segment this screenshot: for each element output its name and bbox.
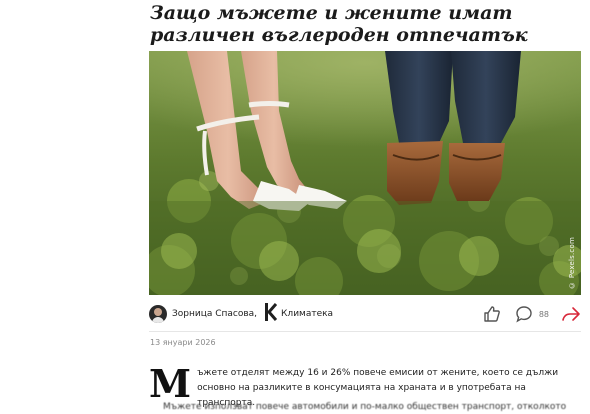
author-name[interactable]: Зорница Спасова,	[172, 309, 257, 319]
hero-image: © Pexels.com	[149, 51, 581, 295]
comment-count[interactable]: 88	[539, 310, 549, 319]
section-link[interactable]: Климатека	[281, 309, 333, 319]
meta-divider	[149, 331, 581, 332]
article-meta-row: Зорница Спасова, Климатека 88	[149, 300, 581, 328]
next-paragraph: Мъжете използват повече автомобили и по-…	[163, 402, 567, 412]
comment-bubble-icon[interactable]	[515, 305, 533, 323]
share-arrow-icon[interactable]	[561, 306, 581, 322]
photo-credit: © Pexels.com	[568, 237, 576, 289]
author-avatar[interactable]	[149, 305, 167, 323]
klimateka-logo-icon	[265, 303, 278, 325]
article-actions: 88	[483, 305, 581, 323]
publish-date: 13 януари 2026	[150, 338, 216, 347]
article-headline: Защо мъжете и жените имат различен въгле…	[150, 2, 528, 46]
dropcap-letter: М	[149, 361, 192, 406]
thumbs-up-icon[interactable]	[483, 305, 501, 323]
